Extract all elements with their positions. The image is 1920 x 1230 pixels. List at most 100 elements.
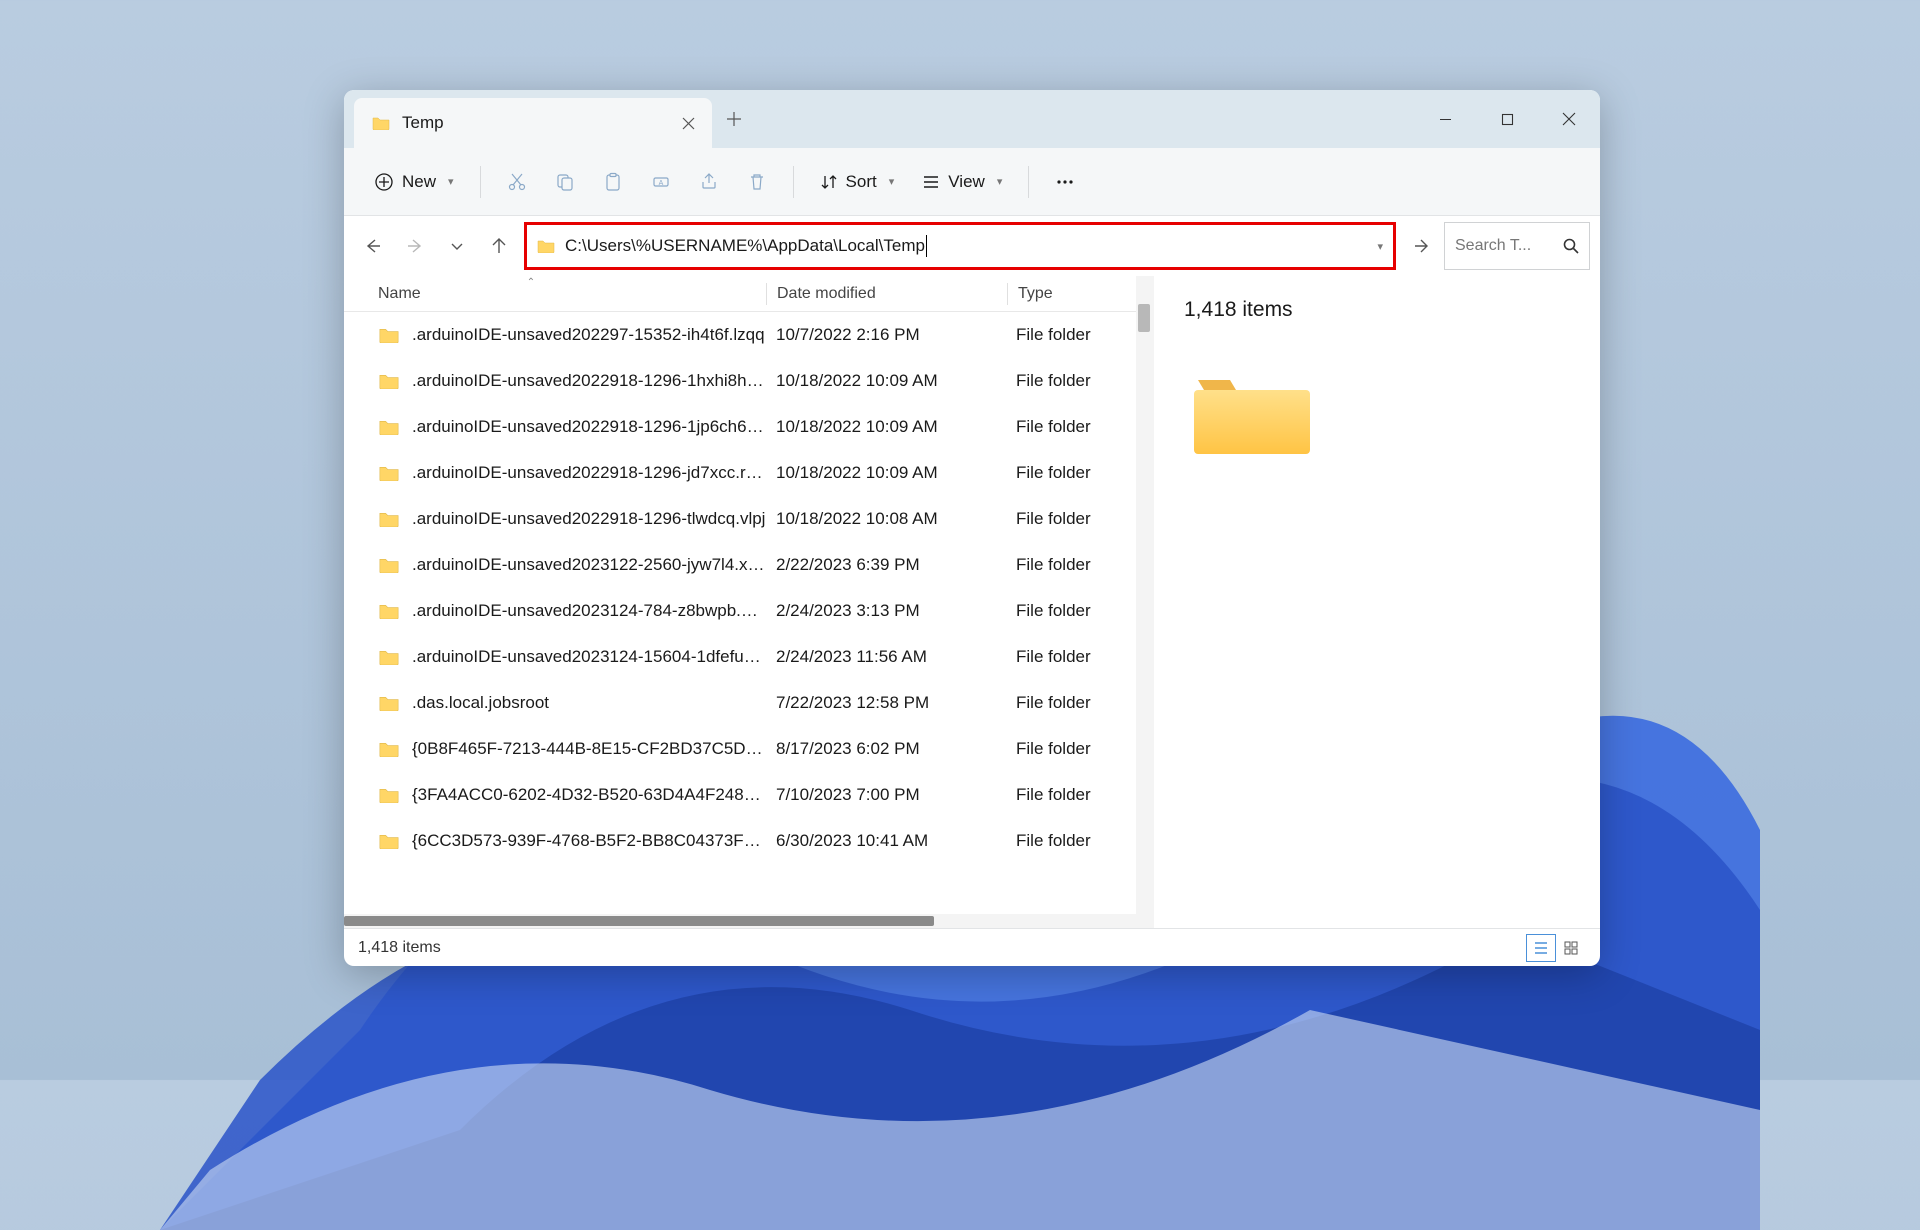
file-date-cell: 10/18/2022 10:09 AM — [766, 417, 1006, 437]
arrow-right-icon — [406, 237, 424, 255]
file-row[interactable]: {3FA4ACC0-6202-4D32-B520-63D4A4F248A0}7/… — [344, 772, 1154, 818]
ellipsis-icon — [1055, 172, 1075, 192]
vertical-scrollbar[interactable] — [1136, 276, 1154, 928]
tab-temp[interactable]: Temp — [354, 98, 712, 148]
copy-icon — [555, 172, 575, 192]
up-button[interactable] — [480, 227, 518, 265]
close-icon — [682, 117, 695, 130]
file-row[interactable]: .arduinoIDE-unsaved2023122-2560-jyw7l4.x… — [344, 542, 1154, 588]
file-name-cell: .das.local.jobsroot — [344, 693, 766, 713]
scrollbar-thumb[interactable] — [344, 916, 934, 926]
delete-button[interactable] — [735, 162, 779, 202]
file-name: .arduinoIDE-unsaved2023124-784-z8bwpb.wy… — [412, 601, 766, 621]
maximize-icon — [1501, 113, 1514, 126]
column-name[interactable]: Name ⌃ — [344, 285, 766, 303]
file-name: .arduinoIDE-unsaved2022918-1296-1hxhi8h.… — [412, 371, 766, 391]
file-name: .das.local.jobsroot — [412, 693, 549, 713]
file-type-cell: File folder — [1006, 785, 1154, 805]
plus-icon — [727, 112, 741, 126]
address-bar[interactable]: C:\Users\%USERNAME%\AppData\Local\Temp ▾ — [524, 222, 1396, 270]
file-name-cell: .arduinoIDE-unsaved202297-15352-ih4t6f.l… — [344, 325, 766, 345]
list-view-icon — [1533, 940, 1549, 956]
folder-icon — [372, 116, 390, 130]
chevron-down-icon: ▾ — [997, 175, 1003, 188]
file-date-cell: 10/7/2022 2:16 PM — [766, 325, 1006, 345]
file-date-cell: 10/18/2022 10:09 AM — [766, 371, 1006, 391]
copy-button[interactable] — [543, 162, 587, 202]
recent-button[interactable] — [438, 227, 476, 265]
window-controls — [1414, 90, 1600, 148]
file-type-cell: File folder — [1006, 371, 1154, 391]
share-button[interactable] — [687, 162, 731, 202]
details-pane: 1,418 items — [1154, 276, 1600, 928]
file-explorer-window: Temp New ▾ — [344, 90, 1600, 966]
file-row[interactable]: {0B8F465F-7213-444B-8E15-CF2BD37C5D4A}8/… — [344, 726, 1154, 772]
file-type-cell: File folder — [1006, 601, 1154, 621]
file-name-cell: {6CC3D573-939F-4768-B5F2-BB8C04373F05} — [344, 831, 766, 851]
paste-icon — [603, 172, 623, 192]
file-date-cell: 7/10/2023 7:00 PM — [766, 785, 1006, 805]
file-row[interactable]: .arduinoIDE-unsaved2023124-784-z8bwpb.wy… — [344, 588, 1154, 634]
file-name: {3FA4ACC0-6202-4D32-B520-63D4A4F248A0} — [412, 785, 766, 805]
back-button[interactable] — [354, 227, 392, 265]
file-name-cell: .arduinoIDE-unsaved2023122-2560-jyw7l4.x… — [344, 555, 766, 575]
file-row[interactable]: .arduinoIDE-unsaved2023124-15604-1dfefux… — [344, 634, 1154, 680]
maximize-button[interactable] — [1476, 90, 1538, 148]
file-date-cell: 2/24/2023 11:56 AM — [766, 647, 1006, 667]
horizontal-scrollbar[interactable] — [344, 914, 1142, 928]
sort-label: Sort — [846, 172, 877, 192]
file-name-cell: {3FA4ACC0-6202-4D32-B520-63D4A4F248A0} — [344, 785, 766, 805]
go-button[interactable] — [1402, 227, 1440, 265]
more-button[interactable] — [1043, 162, 1087, 202]
status-text: 1,418 items — [358, 939, 441, 957]
file-type-cell: File folder — [1006, 739, 1154, 759]
chevron-down-icon: ▾ — [889, 175, 895, 188]
titlebar: Temp — [344, 90, 1600, 148]
arrow-up-icon — [490, 237, 508, 255]
paste-button[interactable] — [591, 162, 635, 202]
file-name-cell: .arduinoIDE-unsaved2022918-1296-jd7xcc.r… — [344, 463, 766, 483]
folder-large-icon — [1188, 362, 1316, 462]
chevron-down-icon[interactable]: ▾ — [1377, 240, 1383, 253]
file-row[interactable]: .das.local.jobsroot7/22/2023 12:58 PMFil… — [344, 680, 1154, 726]
thumbnails-view-toggle[interactable] — [1556, 934, 1586, 962]
file-type-cell: File folder — [1006, 693, 1154, 713]
chevron-down-icon: ▾ — [448, 175, 454, 188]
cut-button[interactable] — [495, 162, 539, 202]
file-name-cell: .arduinoIDE-unsaved2023124-784-z8bwpb.wy… — [344, 601, 766, 621]
file-row[interactable]: .arduinoIDE-unsaved202297-15352-ih4t6f.l… — [344, 312, 1154, 358]
search-icon — [1563, 238, 1579, 254]
close-tab-button[interactable] — [672, 107, 704, 139]
close-window-button[interactable] — [1538, 90, 1600, 148]
statusbar: 1,418 items — [344, 928, 1600, 966]
column-type[interactable]: Type — [1008, 285, 1154, 303]
rename-button[interactable]: A — [639, 162, 683, 202]
new-tab-button[interactable] — [712, 90, 756, 148]
file-row[interactable]: .arduinoIDE-unsaved2022918-1296-jd7xcc.r… — [344, 450, 1154, 496]
column-date[interactable]: Date modified — [767, 285, 1007, 303]
file-type-cell: File folder — [1006, 555, 1154, 575]
svg-text:A: A — [658, 180, 663, 187]
new-button[interactable]: New ▾ — [362, 162, 466, 202]
rename-icon: A — [651, 172, 671, 192]
scrollbar-thumb[interactable] — [1138, 304, 1150, 332]
navbar: C:\Users\%USERNAME%\AppData\Local\Temp ▾… — [344, 216, 1600, 276]
file-row[interactable]: .arduinoIDE-unsaved2022918-1296-tlwdcq.v… — [344, 496, 1154, 542]
text-cursor — [926, 235, 927, 257]
file-row[interactable]: {6CC3D573-939F-4768-B5F2-BB8C04373F05}6/… — [344, 818, 1154, 864]
file-rows: .arduinoIDE-unsaved202297-15352-ih4t6f.l… — [344, 312, 1154, 928]
view-button[interactable]: View ▾ — [910, 162, 1014, 202]
file-name: .arduinoIDE-unsaved2023124-15604-1dfefux… — [412, 647, 766, 667]
file-name-cell: .arduinoIDE-unsaved2023124-15604-1dfefux… — [344, 647, 766, 667]
file-row[interactable]: .arduinoIDE-unsaved2022918-1296-1jp6ch6.… — [344, 404, 1154, 450]
file-name: .arduinoIDE-unsaved2022918-1296-tlwdcq.v… — [412, 509, 765, 529]
search-input[interactable]: Search T... — [1444, 222, 1590, 270]
tab-title: Temp — [402, 113, 672, 133]
file-row[interactable]: .arduinoIDE-unsaved2022918-1296-1hxhi8h.… — [344, 358, 1154, 404]
forward-button[interactable] — [396, 227, 434, 265]
sort-button[interactable]: Sort ▾ — [808, 162, 907, 202]
plus-circle-icon — [374, 172, 394, 192]
minimize-button[interactable] — [1414, 90, 1476, 148]
file-name-cell: .arduinoIDE-unsaved2022918-1296-1hxhi8h.… — [344, 371, 766, 391]
details-view-toggle[interactable] — [1526, 934, 1556, 962]
